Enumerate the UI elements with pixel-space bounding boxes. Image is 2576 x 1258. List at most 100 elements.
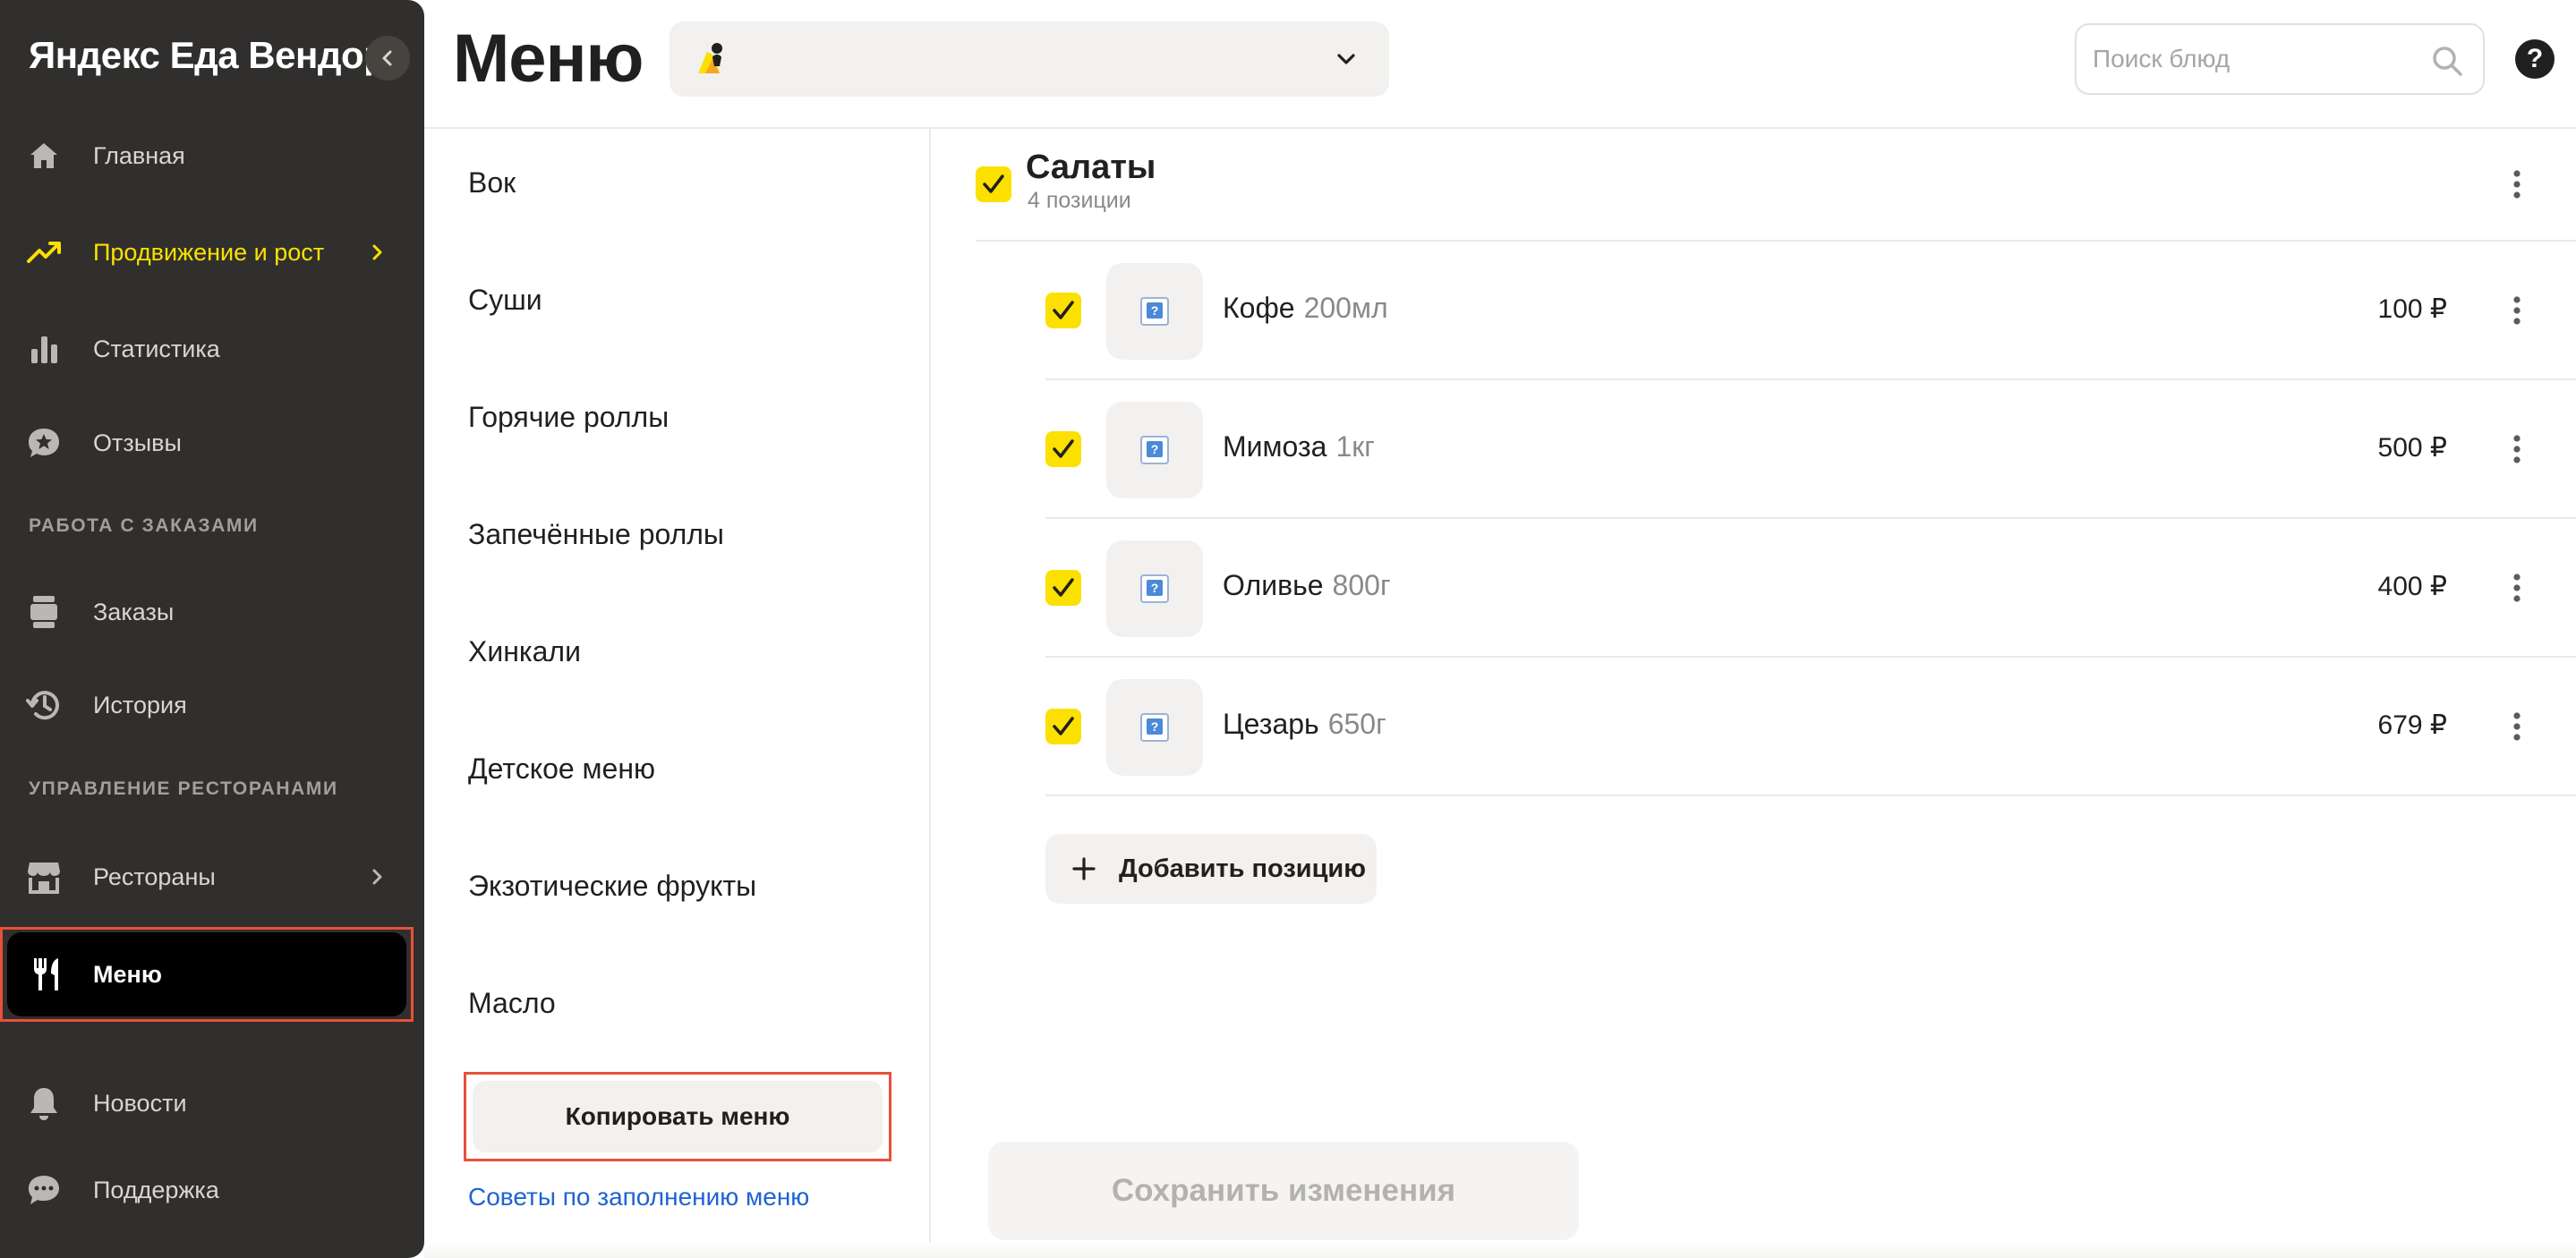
sidebar-item-menu[interactable]: Меню [7,932,406,1016]
header-divider [424,127,2576,129]
group-checkbox[interactable] [976,166,1011,202]
category-item[interactable]: Детское меню [468,752,655,786]
bell-icon [25,1084,63,1122]
more-vertical-icon[interactable] [2499,293,2535,328]
dish-name: Цезарь 650г [1223,708,1386,741]
section-title-restaurants: УПРАВЛЕНИЕ РЕСТОРАНАМИ [29,778,338,799]
more-vertical-icon[interactable] [2499,431,2535,467]
item-checkbox[interactable] [1045,709,1081,744]
sidebar-item-reviews[interactable]: Отзывы [0,407,424,479]
history-icon [25,686,63,724]
save-changes-button[interactable]: Сохранить изменения [988,1142,1579,1240]
restaurant-select[interactable] [670,21,1389,97]
category-item[interactable]: Масло [468,987,556,1020]
sidebar-item-label: Меню [93,961,162,988]
sidebar-item-restaurants[interactable]: Рестораны [0,841,424,913]
image-placeholder-icon [1140,297,1169,326]
dish-photo-placeholder[interactable] [1106,540,1203,637]
dish-name: Оливье 800г [1223,569,1391,602]
dish-weight: 800г [1332,569,1391,601]
chevron-left-icon [382,50,392,66]
sidebar-item-label: Заказы [93,598,175,625]
group-count: 4 позиции [1028,188,1131,213]
menu-item-row[interactable]: Цезарь650г 679 ₽ [1045,658,2576,796]
category-item[interactable]: Хинкали [468,635,581,668]
bar-chart-icon [25,330,63,368]
sidebar-item-support[interactable]: Поддержка [0,1154,424,1226]
chevron-right-icon [372,869,382,885]
item-checkbox[interactable] [1045,570,1081,606]
category-item[interactable]: Вок [468,166,516,200]
menu-item-row[interactable]: Кофе200мл 100 ₽ [1045,242,2576,380]
more-vertical-icon[interactable] [2499,570,2535,606]
sidebar-item-label: Статистика [93,335,220,362]
search-icon[interactable] [2429,43,2465,79]
copy-menu-button[interactable]: Копировать меню [473,1081,883,1152]
add-item-button[interactable]: Добавить позицию [1045,834,1377,904]
sidebar-item-label: Продвижение и рост [93,238,325,266]
dish-title: Мимоза [1223,430,1327,463]
category-item[interactable]: Суши [468,284,542,317]
page-title: Меню [453,21,644,97]
sidebar-item-label: История [93,691,187,718]
sidebar-item-label: Новости [93,1089,187,1117]
dish-weight: 200мл [1303,292,1388,324]
image-placeholder-icon [1140,574,1169,603]
dish-price: 679 ₽ [2377,710,2447,740]
sidebar-item-label: Отзывы [93,429,182,456]
dish-title: Цезарь [1223,708,1319,740]
review-star-icon [25,424,63,462]
dish-weight: 650г [1327,708,1386,740]
trend-up-icon [25,234,63,271]
dish-photo-placeholder[interactable] [1106,402,1203,498]
sidebar-item-history[interactable]: История [0,669,424,741]
dish-name: Кофе 200мл [1223,292,1388,325]
group-title: Салаты [1026,149,1156,186]
plus-icon [1072,857,1096,880]
dish-photo-placeholder[interactable] [1106,263,1203,360]
menu-item-row[interactable]: Мимоза1кг 500 ₽ [1045,380,2576,519]
sidebar-item-statistics[interactable]: Статистика [0,313,424,385]
sidebar-item-home[interactable]: Главная [0,120,424,191]
restaurant-logo-icon [698,43,722,73]
menu-item-row[interactable]: Оливье800г 400 ₽ [1045,519,2576,658]
dish-title: Оливье [1223,569,1324,601]
row-divider [1045,795,2576,796]
menu-tips-link[interactable]: Советы по заполнению меню [468,1183,809,1211]
category-item[interactable]: Запечённые роллы [468,518,724,551]
category-item[interactable]: Экзотические фрукты [468,870,756,903]
sidebar: Яндекс Еда Вендор Главная Продвижение и … [0,0,424,1258]
sidebar-item-news[interactable]: Новости [0,1067,424,1139]
brand-logo[interactable]: Яндекс Еда Вендор [29,34,387,77]
search-input[interactable] [2093,38,2415,81]
sidebar-item-label: Поддержка [93,1176,219,1203]
sidebar-item-label: Главная [93,141,185,169]
chevron-down-icon [1337,54,1355,64]
search-box[interactable] [2075,23,2485,95]
sidebar-item-orders[interactable]: Заказы [0,576,424,648]
column-divider [929,127,931,1258]
image-placeholder-icon [1140,713,1169,742]
image-placeholder-icon [1140,436,1169,464]
dish-weight: 1кг [1335,430,1375,463]
category-item[interactable]: Горячие роллы [468,401,669,434]
sidebar-item-label: Рестораны [93,863,216,890]
more-vertical-icon[interactable] [2499,709,2535,744]
more-vertical-icon[interactable] [2499,166,2535,202]
dish-price: 500 ₽ [2377,433,2447,463]
dish-photo-placeholder[interactable] [1106,679,1203,776]
chat-icon [25,1171,63,1209]
item-checkbox[interactable] [1045,293,1081,328]
dish-title: Кофе [1223,292,1295,324]
home-icon [25,137,63,174]
add-item-label: Добавить позицию [1119,854,1367,883]
orders-icon [25,593,63,631]
dish-name: Мимоза 1кг [1223,430,1375,463]
dish-price: 100 ₽ [2377,294,2447,324]
help-button[interactable]: ? [2515,39,2555,79]
collapse-sidebar-button[interactable] [365,36,410,81]
sidebar-item-promotion[interactable]: Продвижение и рост [0,217,424,288]
dish-price: 400 ₽ [2377,572,2447,601]
item-checkbox[interactable] [1045,431,1081,467]
bottom-shadow [424,1242,2576,1258]
